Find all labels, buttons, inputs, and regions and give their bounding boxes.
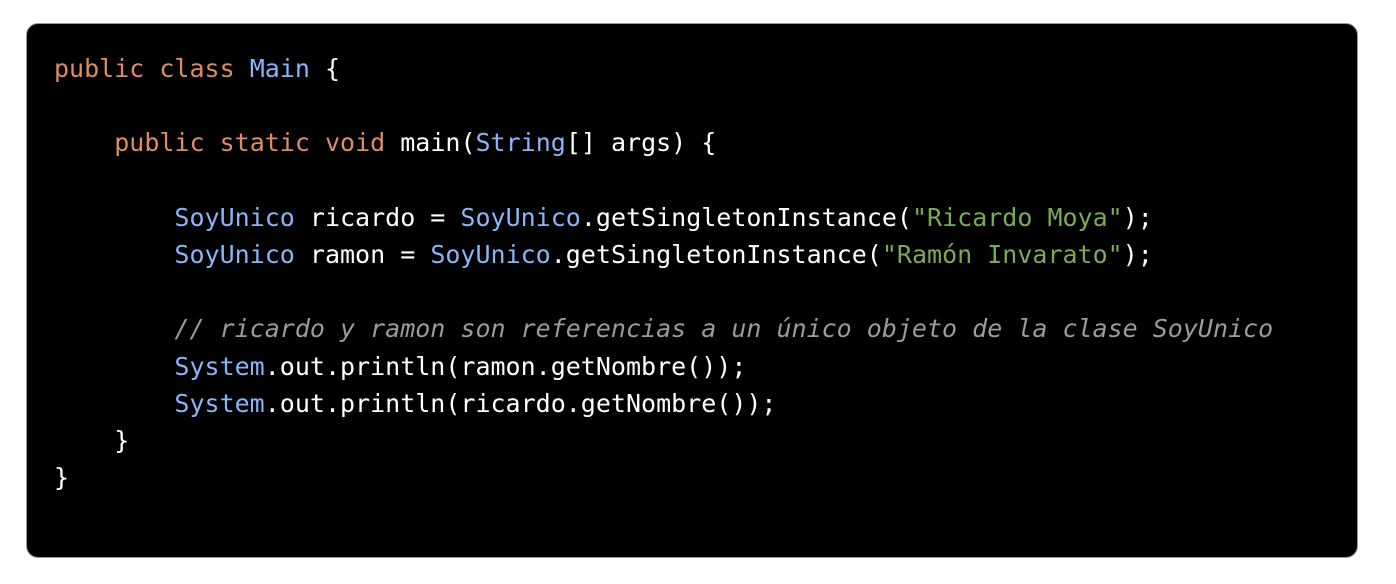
keyword-token: class [159,54,235,83]
comment-token: // ricardo y ramon son referencias a un … [174,314,1274,344]
type-token: SoyUnico [174,239,295,269]
code-line: } [54,459,1273,496]
code-line: System.out.println(ricardo.getNombre()); [54,385,1273,422]
code-token: ); [1122,239,1153,269]
code-line: } [54,422,1273,459]
code-block: public class Main { public static void m… [26,23,1358,558]
code-token: main( [385,128,476,158]
keyword-token: void [324,128,386,158]
type-token: SoyUnico [460,202,581,232]
code-token: .getSingletonInstance( [550,239,882,269]
keyword-token: public [114,128,205,158]
code-token: ramon = [294,239,431,269]
code-token: .out.println(ramon.getNombre()); [264,351,747,381]
code-content: public class Main { public static void m… [54,50,1273,496]
code-line: SoyUnico ricardo = SoyUnico.getSingleton… [54,199,1273,236]
code-line: public class Main { [54,50,1273,87]
code-line: System.out.println(ramon.getNombre()); [54,348,1273,385]
type-token: System [174,388,265,418]
string-token: "Ricardo Moya" [911,202,1123,232]
code-token: ricardo = [294,202,461,232]
type-token: String [475,128,566,158]
code-token: [] args) { [565,128,717,158]
string-token: "Ramón Invarato" [881,239,1123,269]
code-token: ); [1122,202,1153,232]
type-token: Main [249,54,310,83]
code-line: public static void main(String[] args) { [54,124,1273,161]
code-line: SoyUnico ramon = SoyUnico.getSingletonIn… [54,236,1273,273]
type-token: SoyUnico [174,202,295,232]
type-token: System [174,351,265,381]
code-token: .getSingletonInstance( [580,202,912,232]
code-line: // ricardo y ramon son referencias a un … [54,310,1273,347]
code-token: } [54,463,70,493]
type-token: SoyUnico [430,239,551,269]
code-token: .out.println(ricardo.getNombre()); [264,388,777,418]
code-token: { [309,54,341,83]
keyword-token: public [54,54,145,83]
code-token: } [54,425,130,455]
keyword-token: static [219,128,310,158]
